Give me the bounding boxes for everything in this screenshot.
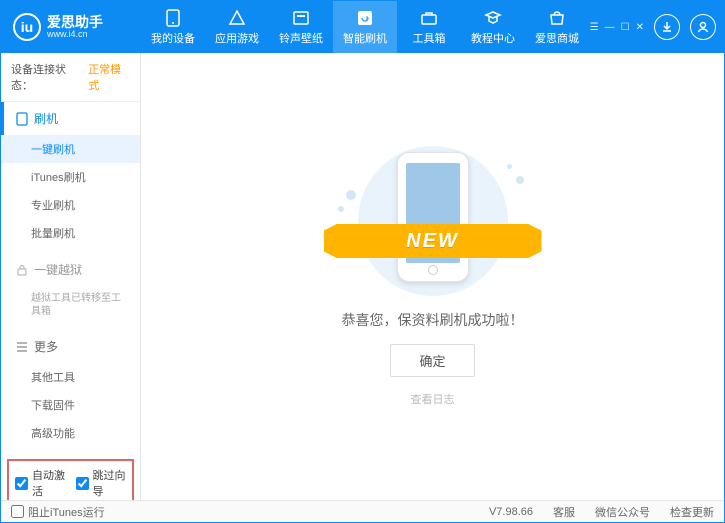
connection-status: 设备连接状态： 正常模式 (1, 53, 140, 102)
nav-tutorials[interactable]: 教程中心 (461, 1, 525, 53)
nav-toolbox[interactable]: 工具箱 (397, 1, 461, 53)
wechat-link[interactable]: 微信公众号 (595, 504, 650, 520)
nav-smart-flash[interactable]: 智能刷机 (333, 1, 397, 53)
phone-illustration-icon (397, 152, 469, 282)
options-highlight-box: 自动激活 跳过向导 (7, 459, 134, 500)
checkbox-skip-guide[interactable]: 跳过向导 (76, 467, 127, 499)
new-ribbon: NEW (324, 224, 542, 258)
version-text: V7.98.66 (489, 506, 533, 518)
flash-icon (355, 9, 375, 27)
jailbreak-note: 越狱工具已转移至工具箱 (1, 286, 140, 324)
menu-icon[interactable]: ☰ (590, 22, 599, 33)
minimize-icon[interactable]: — (605, 22, 615, 33)
logo-icon: iu (13, 13, 41, 41)
ok-button[interactable]: 确定 (390, 344, 474, 377)
sidebar: 设备连接状态： 正常模式 刷机 一键刷机 iTunes刷机 专业刷机 批量刷机 … (1, 53, 141, 500)
brand-url: www.i4.cn (47, 29, 103, 40)
nav-ringtones[interactable]: 铃声壁纸 (269, 1, 333, 53)
wallpaper-icon (291, 9, 311, 27)
support-link[interactable]: 客服 (553, 504, 575, 520)
sidebar-item-pro-flash[interactable]: 专业刷机 (1, 191, 140, 219)
nav-my-device[interactable]: 我的设备 (141, 1, 205, 53)
brand-name: 爱思助手 (47, 15, 103, 29)
maximize-icon[interactable]: ☐ (621, 22, 630, 33)
sidebar-item-download-firmware[interactable]: 下载固件 (1, 391, 140, 419)
nav-apps-games[interactable]: 应用游戏 (205, 1, 269, 53)
section-flash[interactable]: 刷机 (1, 102, 140, 135)
apps-icon (227, 9, 247, 27)
store-icon (547, 9, 567, 27)
sidebar-item-batch-flash[interactable]: 批量刷机 (1, 219, 140, 247)
statusbar: 阻止iTunes运行 V7.98.66 客服 微信公众号 检查更新 (1, 500, 724, 522)
main-nav: 我的设备 应用游戏 铃声壁纸 智能刷机 工具箱 教程中心 爱思商城 (141, 1, 589, 53)
section-jailbreak: 一键越狱 (1, 253, 140, 286)
window-controls: ☰ — ☐ ✕ (590, 14, 716, 40)
sidebar-item-other-tools[interactable]: 其他工具 (1, 363, 140, 391)
nav-store[interactable]: 爱思商城 (525, 1, 589, 53)
section-more[interactable]: 更多 (1, 330, 140, 363)
titlebar: iu 爱思助手 www.i4.cn 我的设备 应用游戏 铃声壁纸 智能刷机 工具… (1, 1, 724, 53)
tutorial-icon (483, 9, 503, 27)
toolbox-icon (419, 9, 439, 27)
main-content: NEW 恭喜您，保资料刷机成功啦！ 确定 查看日志 (141, 53, 724, 500)
close-icon[interactable]: ✕ (636, 22, 644, 33)
check-update-link[interactable]: 检查更新 (670, 504, 714, 520)
success-message: 恭喜您，保资料刷机成功啦！ (342, 310, 524, 330)
sidebar-item-oneclick-flash[interactable]: 一键刷机 (1, 135, 140, 163)
phone-icon (16, 112, 28, 126)
lock-icon (16, 264, 28, 276)
list-icon (16, 342, 28, 352)
device-icon (163, 9, 183, 27)
success-illustration: NEW (328, 146, 538, 296)
checkbox-auto-activate[interactable]: 自动激活 (15, 467, 66, 499)
download-button[interactable] (654, 14, 680, 40)
sidebar-item-advanced[interactable]: 高级功能 (1, 419, 140, 447)
checkbox-block-itunes[interactable]: 阻止iTunes运行 (11, 504, 105, 520)
user-button[interactable] (690, 14, 716, 40)
app-logo: iu 爱思助手 www.i4.cn (13, 13, 141, 41)
view-log-link[interactable]: 查看日志 (411, 391, 455, 407)
sidebar-item-itunes-flash[interactable]: iTunes刷机 (1, 163, 140, 191)
